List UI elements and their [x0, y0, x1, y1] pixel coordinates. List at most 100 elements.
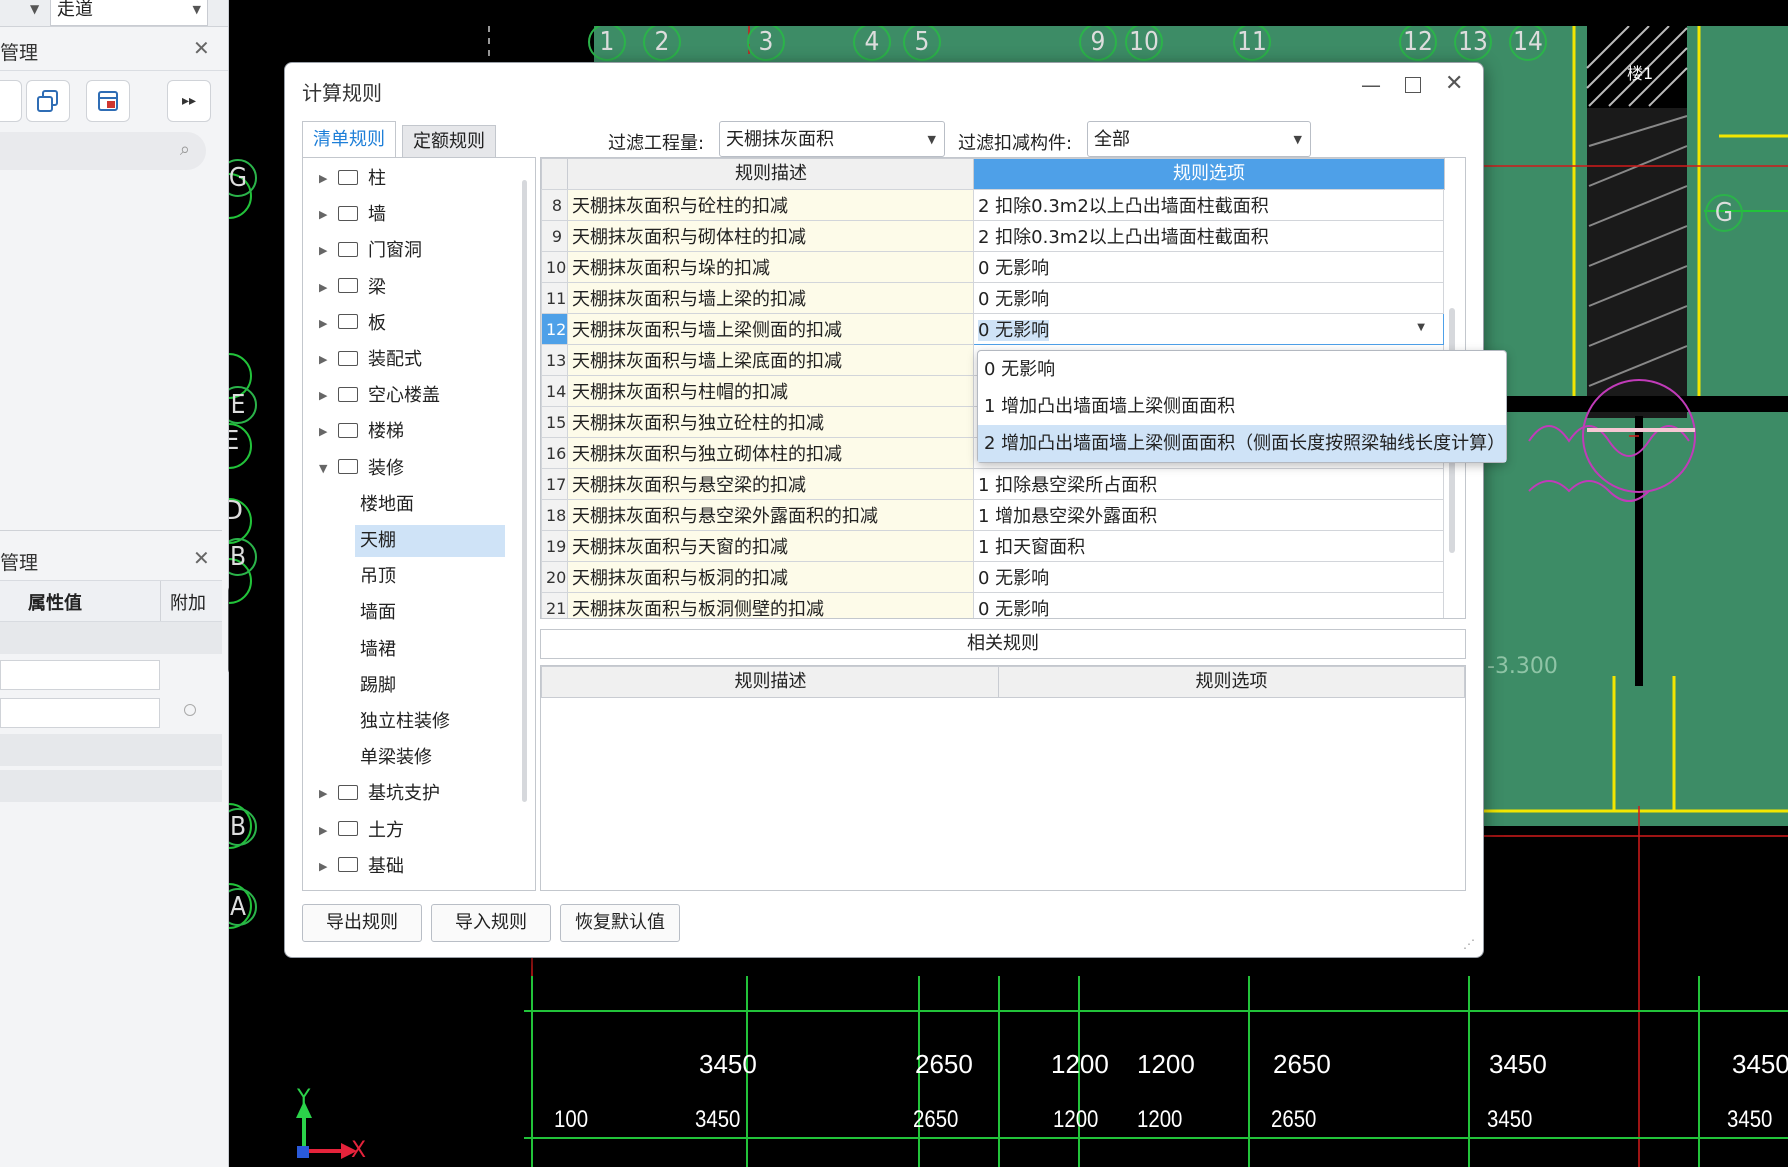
tree-item[interactable]: 单梁装修 — [303, 741, 535, 775]
close-icon[interactable]: ✕ — [193, 36, 210, 60]
rule-option[interactable]: 1 扣除悬空梁所占面积 — [973, 468, 1444, 500]
tree-item[interactable]: ▶ 梁 — [303, 271, 513, 305]
tree-item-label: 独立柱装修 — [360, 711, 450, 732]
dropdown-option[interactable]: 0 无影响 — [978, 351, 1506, 388]
tree-item[interactable]: ▶ 门窗洞 — [303, 234, 513, 268]
dimension-text: 1200 — [1051, 1049, 1109, 1079]
chevron-right-icon[interactable]: ▶ — [319, 307, 329, 341]
table-row[interactable]: 10 天棚抹灰面积与垛的扣减 0 无影响 — [541, 251, 1444, 283]
tree-item-label: 装修 — [368, 457, 404, 479]
props-col-value: 属性值 — [28, 593, 82, 614]
rule-option[interactable]: 0 无影响 — [973, 282, 1444, 314]
tree-item[interactable]: ▶ 柱 — [303, 162, 513, 196]
rule-option[interactable]: 1 增加悬空梁外露面积 — [973, 499, 1444, 531]
chevron-right-icon[interactable]: ▶ — [319, 850, 329, 884]
props-col-extra: 附加 — [170, 593, 206, 614]
tree-item[interactable]: ▶ 板 — [303, 307, 513, 341]
filter-member-select[interactable]: 全部 ▼ — [1087, 121, 1311, 157]
tree-item[interactable]: 楼地面 — [303, 488, 535, 522]
chevron-right-icon[interactable]: ▶ — [319, 814, 329, 848]
tree-item[interactable]: ▶ 土方 — [303, 814, 513, 848]
props-input[interactable] — [0, 660, 160, 690]
chevron-right-icon[interactable]: ▶ — [319, 343, 329, 377]
rule-option[interactable]: 0 无影响 — [973, 592, 1444, 618]
chevron-right-icon[interactable]: ▶ — [319, 198, 329, 232]
table-row[interactable]: 18 天棚抹灰面积与悬空梁外露面积的扣减 1 增加悬空梁外露面积 — [541, 499, 1444, 531]
rule-option[interactable]: 0 无影响 — [973, 251, 1444, 283]
tree-item[interactable]: 墙裙 — [303, 633, 535, 667]
table-row[interactable]: 9 天棚抹灰面积与砌体柱的扣减 2 扣除0.3m2以上凸出墙面柱截面积 — [541, 220, 1444, 252]
chevron-right-icon[interactable]: ▶ — [319, 234, 329, 268]
tree-item[interactable]: ▶ 基坑支护 — [303, 777, 513, 811]
floor-combo[interactable]: 走道 ▼ — [50, 0, 208, 26]
row-number: 14 — [541, 375, 568, 407]
row-number: 12 — [541, 313, 568, 345]
maximize-icon[interactable] — [1405, 77, 1421, 93]
dimension-text: 1200 — [1053, 1106, 1099, 1133]
table-row[interactable]: 17 天棚抹灰面积与悬空梁的扣减 1 扣除悬空梁所占面积 — [541, 468, 1444, 500]
props-header: 属性值 附加 — [0, 580, 222, 622]
dimension-text: 1200 — [1137, 1049, 1195, 1079]
export-rules-button[interactable]: 导出规则 — [302, 904, 422, 942]
layer-icon[interactable] — [86, 80, 130, 122]
tree-item[interactable]: 墙面 — [303, 596, 535, 630]
rule-option[interactable]: 0 无影响 — [973, 561, 1444, 593]
calc-rules-dialog: 计算规则 — ✕ 清单规则 定额规则 过滤工程量: 天棚抹灰面积 ▼ 过滤扣减构… — [284, 62, 1507, 958]
table-row[interactable]: 12 天棚抹灰面积与墙上梁侧面的扣减 0 无影响 ▼ — [541, 313, 1444, 345]
tree-item-label: 墙裙 — [360, 638, 396, 660]
dropdown-option-highlighted[interactable]: 2 增加凸出墙面墙上梁侧面面积（侧面长度按照梁轴线长度计算） — [978, 425, 1506, 462]
tree-item[interactable]: 吊顶 — [303, 560, 535, 594]
rule-option[interactable]: 0 无影响 ▼ — [973, 313, 1444, 345]
dropdown-option[interactable]: 1 增加凸出墙面墙上梁侧面面积 — [978, 388, 1506, 425]
grid-corner — [541, 158, 569, 190]
table-row[interactable]: 20 天棚抹灰面积与板洞的扣减 0 无影响 — [541, 561, 1444, 593]
chevron-right-icon[interactable]: ▶ — [319, 777, 329, 811]
chevron-down-icon[interactable]: ▼ — [30, 2, 39, 16]
copy-icon[interactable] — [26, 80, 70, 122]
rule-option[interactable]: 2 扣除0.3m2以上凸出墙面柱截面积 — [973, 189, 1444, 221]
restore-defaults-button[interactable]: 恢复默认值 — [560, 904, 680, 942]
table-row[interactable]: 8 天棚抹灰面积与砼柱的扣减 2 扣除0.3m2以上凸出墙面柱截面积 — [541, 189, 1444, 221]
table-row[interactable]: 21 天棚抹灰面积与板洞侧壁的扣减 0 无影响 — [541, 592, 1444, 618]
chevron-right-icon[interactable]: ▶ — [319, 271, 329, 305]
filter-qty-select[interactable]: 天棚抹灰面积 ▼ — [719, 121, 945, 157]
more-icon[interactable]: ▸▸ — [167, 80, 211, 122]
rule-description: 天棚抹灰面积与墙上梁侧面的扣减 — [567, 313, 974, 345]
chevron-right-icon[interactable]: ▶ — [319, 379, 329, 413]
tree-item[interactable]: ▼ 装修 — [303, 452, 513, 486]
close-icon[interactable]: ✕ — [1445, 71, 1463, 96]
radio-icon[interactable] — [184, 704, 196, 716]
rule-option[interactable]: 1 扣天窗面积 — [973, 530, 1444, 562]
chevron-right-icon[interactable]: ▶ — [319, 162, 329, 196]
axis-letter: D — [229, 496, 244, 526]
rule-description: 天棚抹灰面积与天窗的扣减 — [567, 530, 974, 562]
props-input[interactable] — [0, 698, 160, 728]
tool-button[interactable] — [0, 80, 22, 122]
tree-item[interactable]: 踢脚 — [303, 669, 535, 703]
tree-item[interactable]: ▶ 基础 — [303, 850, 513, 884]
tree-item[interactable]: ▶ 空心楼盖 — [303, 379, 513, 413]
category-tree: ▶ 柱 ▶ 墙 ▶ 门窗洞 ▶ 梁 ▶ 板 ▶ 装配式 ▶ 空心楼盖 ▶ 楼梯 ▼ 装修楼地面 天棚 吊顶 墙面墙裙踢脚… — [302, 157, 536, 891]
floor-combo-value: 走道 — [57, 0, 93, 20]
folder-icon — [338, 784, 358, 800]
chevron-right-icon[interactable]: ▶ — [319, 415, 329, 449]
tab-quota-rules[interactable]: 定额规则 — [402, 125, 496, 159]
resize-grip-icon[interactable]: ⋰ — [1463, 937, 1475, 951]
search-input[interactable]: ⌕ — [0, 132, 206, 170]
tree-item[interactable]: ▶ 墙 — [303, 198, 513, 232]
minimize-icon[interactable]: — — [1361, 73, 1381, 97]
table-row[interactable]: 11 天棚抹灰面积与墙上梁的扣减 0 无影响 — [541, 282, 1444, 314]
import-rules-button[interactable]: 导入规则 — [431, 904, 551, 942]
close-icon[interactable]: ✕ — [193, 546, 210, 570]
tree-scrollbar[interactable] — [522, 180, 527, 802]
chevron-down-icon[interactable]: ▼ — [1417, 322, 1425, 333]
table-row[interactable]: 19 天棚抹灰面积与天窗的扣减 1 扣天窗面积 — [541, 530, 1444, 562]
folder-icon — [338, 821, 358, 837]
tab-list-rules[interactable]: 清单规则 — [302, 121, 396, 159]
tree-item[interactable]: ▶ 楼梯 — [303, 415, 513, 449]
tree-item[interactable]: ▶ 装配式 — [303, 343, 513, 377]
chevron-down-icon[interactable]: ▼ — [319, 452, 329, 486]
rule-option[interactable]: 2 扣除0.3m2以上凸出墙面柱截面积 — [973, 220, 1444, 252]
tree-item[interactable]: 独立柱装修 — [303, 705, 535, 739]
tree-item[interactable]: 天棚 — [303, 524, 535, 558]
